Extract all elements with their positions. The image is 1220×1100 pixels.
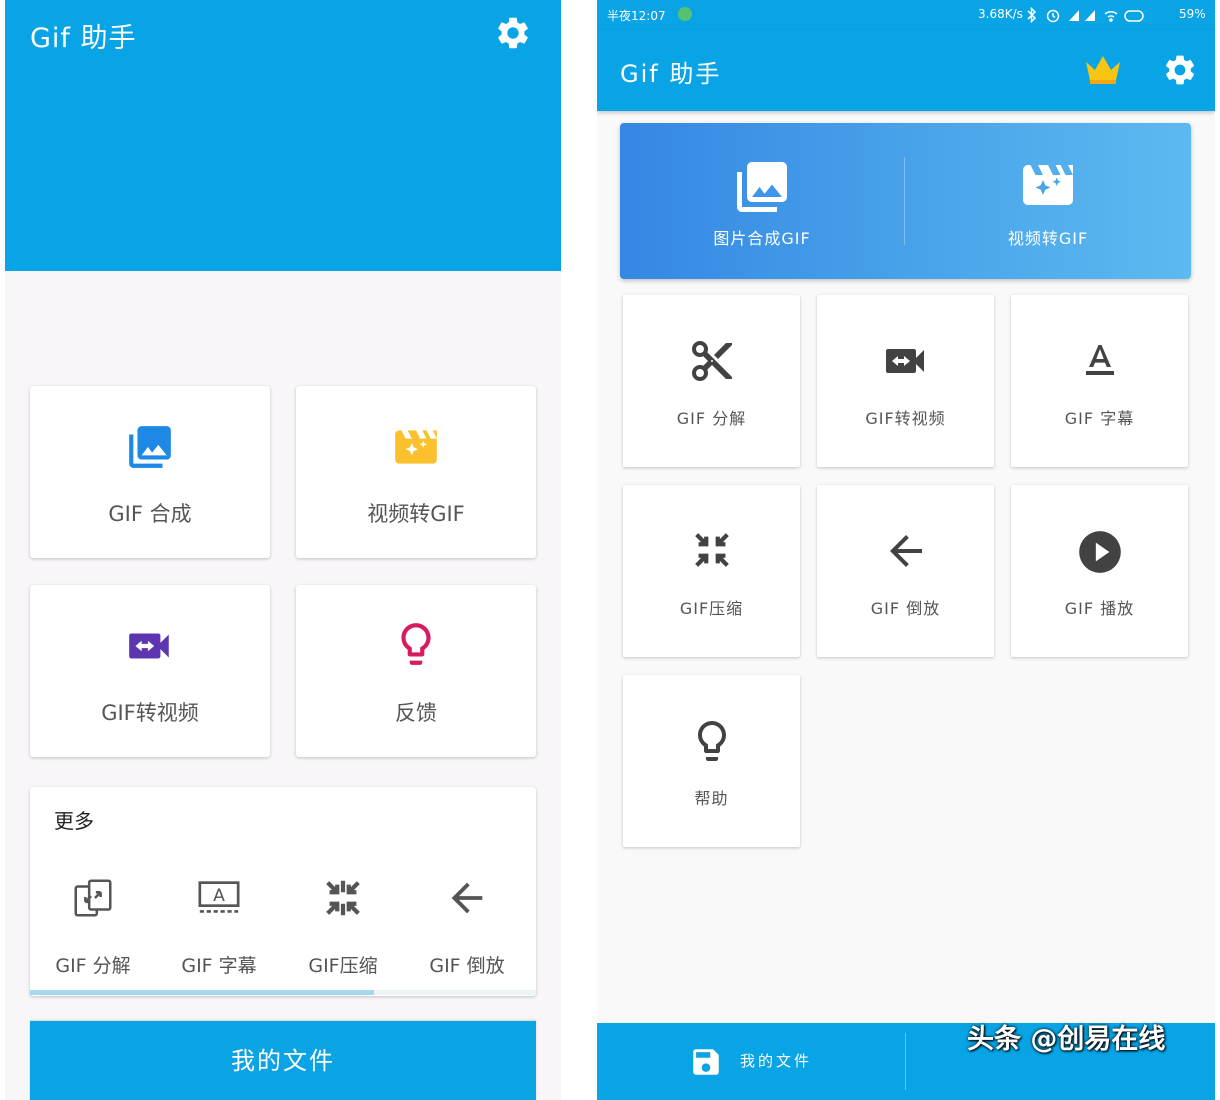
right-phone-screen: 半夜12:07 3.68K/s 59% Gif 助手 图片合成GIF 视频转GI… [597, 0, 1215, 1100]
app-toolbar: Gif 助手 [597, 30, 1215, 111]
gif-to-video-card[interactable]: GIF转视频 [817, 295, 994, 467]
gif-split-card[interactable]: GIF 分解 [623, 295, 800, 467]
grid-item-label: GIF 分解 [676, 409, 747, 428]
video-to-gif-card[interactable]: 视频转GIF [296, 386, 536, 558]
video-convert-icon [882, 337, 930, 385]
grid-item-label: 帮助 [694, 789, 729, 808]
image-gallery-icon [732, 157, 792, 217]
grid-item-label: GIF 播放 [1064, 599, 1135, 618]
gif-play-card[interactable]: GIF 播放 [1011, 485, 1188, 657]
video-sparkle-icon [391, 422, 441, 472]
status-bar: 半夜12:07 3.68K/s 59% [597, 0, 1215, 30]
app-title: Gif 助手 [620, 60, 722, 88]
more-item-gif-subtitle[interactable]: A GIF 字幕 [156, 875, 282, 985]
split-icon [70, 875, 116, 921]
gif-compress-card[interactable]: GIF压缩 [623, 485, 800, 657]
more-panel: 更多 GIF 分解 A GIF 字幕 GIF压缩 GIF 倒放 [30, 787, 536, 996]
video-sparkle-icon [1018, 155, 1078, 215]
banner-label: 视频转GIF [1007, 229, 1089, 248]
help-card[interactable]: 帮助 [623, 675, 800, 847]
network-speed: 3.68K/s [978, 7, 1023, 21]
more-item-gif-split[interactable]: GIF 分解 [30, 875, 156, 985]
save-file-icon[interactable] [689, 1045, 723, 1079]
more-item-gif-compress[interactable]: GIF压缩 [280, 875, 406, 985]
status-time: 半夜12:07 [607, 9, 666, 23]
status-icons [1025, 5, 1145, 25]
app-title: Gif 助手 [30, 23, 137, 54]
text-format-icon [1076, 337, 1124, 385]
my-files-button[interactable]: 我的文件 [30, 1021, 536, 1100]
more-item-label: GIF 字幕 [181, 955, 257, 977]
grid-item-label: GIF 字幕 [1064, 409, 1135, 428]
banner-label: 图片合成GIF [713, 229, 811, 248]
bottom-bar-divider [905, 1033, 906, 1090]
scissors-icon [688, 337, 736, 385]
banner-divider [904, 157, 905, 245]
more-item-label: GIF 分解 [55, 955, 131, 977]
gif-to-video-card[interactable]: GIF转视频 [30, 585, 270, 757]
more-title: 更多 [54, 809, 94, 833]
watermark-text: 头条 @创易在线 [967, 1024, 1166, 1055]
battery-percent: 59% [1179, 7, 1206, 21]
lightbulb-icon [688, 717, 736, 765]
card-label: GIF 合成 [108, 502, 192, 526]
notification-icon [678, 7, 692, 21]
banner-video-to-gif[interactable]: 视频转GIF [948, 123, 1148, 279]
more-item-label: GIF压缩 [308, 955, 378, 977]
card-label: GIF转视频 [101, 701, 199, 725]
card-label: 视频转GIF [367, 502, 465, 526]
image-gallery-icon [125, 422, 175, 472]
arrow-left-icon [882, 527, 930, 575]
banner-image-to-gif[interactable]: 图片合成GIF [662, 123, 862, 279]
play-icon [1075, 527, 1125, 577]
video-convert-icon [125, 621, 175, 671]
compress-icon [320, 875, 366, 921]
gif-subtitle-card[interactable]: GIF 字幕 [1011, 295, 1188, 467]
compress-icon [689, 527, 735, 573]
gif-reverse-card[interactable]: GIF 倒放 [817, 485, 994, 657]
vip-crown-icon[interactable] [1083, 52, 1123, 86]
more-item-gif-reverse[interactable]: GIF 倒放 [404, 875, 530, 985]
scroll-indicator[interactable] [30, 990, 375, 995]
arrow-left-icon [444, 875, 490, 921]
my-files-button[interactable]: 我的文件 [740, 1050, 812, 1071]
grid-item-label: GIF转视频 [865, 409, 946, 428]
feedback-card[interactable]: 反馈 [296, 585, 536, 757]
settings-gear-icon[interactable] [494, 14, 532, 52]
grid-item-label: GIF 倒放 [870, 599, 941, 618]
left-phone-screen: Gif 助手 GIF 合成 视频转GIF GIF转视频 反馈 更多 GIF 分解… [5, 0, 561, 1100]
settings-gear-icon[interactable] [1162, 52, 1198, 88]
lightbulb-icon [391, 619, 441, 669]
feature-banner: 图片合成GIF 视频转GIF [620, 123, 1191, 279]
subtitle-icon: A [196, 875, 242, 921]
more-item-label: GIF 倒放 [429, 955, 505, 977]
card-label: 反馈 [395, 701, 437, 725]
svg-text:A: A [213, 886, 225, 906]
grid-item-label: GIF压缩 [679, 599, 744, 618]
gif-compose-card[interactable]: GIF 合成 [30, 386, 270, 558]
